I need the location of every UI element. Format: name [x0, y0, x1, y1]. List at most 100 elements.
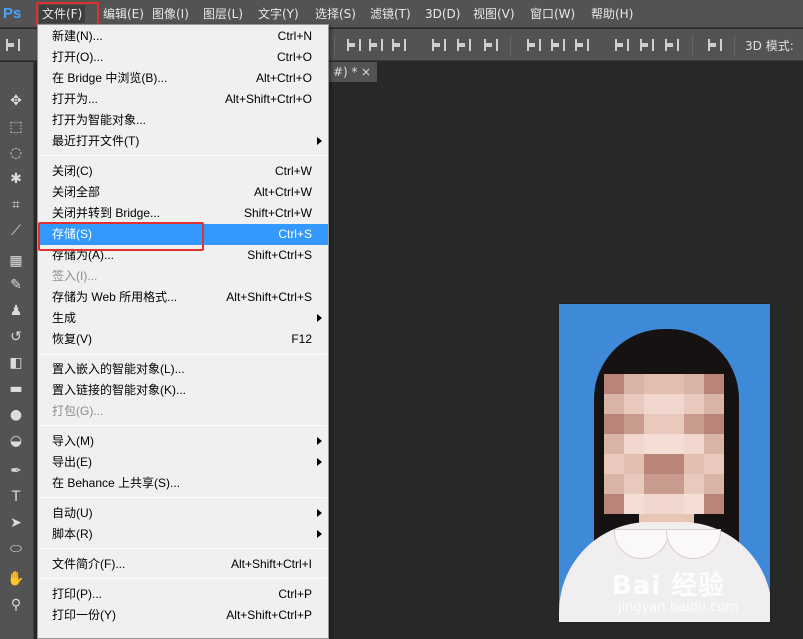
submenu-arrow-icon	[317, 137, 322, 145]
align-right-icon[interactable]	[482, 38, 498, 52]
menu-item-package: 打包(G)...	[52, 404, 104, 418]
zoom-icon[interactable]: ⚲	[6, 596, 26, 614]
distribute-bottom-icon[interactable]	[573, 38, 589, 52]
distribute-left-icon[interactable]	[613, 38, 629, 52]
mosaic-block	[604, 454, 624, 474]
lasso-icon[interactable]: ◌	[6, 144, 26, 162]
menu-item-open[interactable]: 打开(O)... Ctrl+O	[38, 47, 328, 68]
baidu-jingyan-watermark: Bai 经验	[612, 571, 726, 601]
menu-help[interactable]: 帮助(H)	[588, 5, 636, 23]
menu-window[interactable]: 窗口(W)	[527, 5, 578, 23]
distribute-hcenter-icon[interactable]	[638, 38, 654, 52]
menu-item-print[interactable]: 打印(P)... Ctrl+P	[38, 584, 328, 605]
menu-type[interactable]: 文字(Y)	[255, 5, 302, 23]
menu-item-revert[interactable]: 恢复(V) F12	[38, 329, 328, 350]
menu-item-file-info[interactable]: 文件简介(F)... Alt+Shift+Ctrl+I	[38, 554, 328, 575]
distribute-vcenter-icon[interactable]	[549, 38, 565, 52]
align-bottom-icon[interactable]	[390, 38, 406, 52]
hand-icon[interactable]: ✋	[6, 570, 26, 588]
mosaic-block	[664, 374, 684, 394]
submenu-arrow-icon	[317, 530, 322, 538]
file-dropdown-menu: 新建(N)... Ctrl+N 打开(O)... Ctrl+O 在 Bridge 中…	[37, 24, 329, 639]
distribute-right-icon[interactable]	[663, 38, 679, 52]
dodge-icon[interactable]: ◒	[6, 432, 26, 450]
menu-separator	[40, 354, 326, 355]
align-vcenter-icon[interactable]	[367, 38, 383, 52]
align-top-icon[interactable]	[345, 38, 361, 52]
mosaic-block	[704, 394, 724, 414]
menu-item-place-linked[interactable]: 置入链接的智能对象(K)...	[38, 380, 328, 401]
menu-item-browse-bridge[interactable]: 在 Bridge 中浏览(B)... Alt+Ctrl+O	[38, 68, 328, 89]
mosaic-block	[604, 474, 624, 494]
submenu-arrow-icon	[317, 437, 322, 445]
mosaic-block	[684, 414, 704, 434]
mosaic-block	[704, 494, 724, 514]
magic-wand-icon[interactable]: ✱	[6, 170, 26, 188]
crop-icon[interactable]: ⌗	[6, 196, 26, 214]
menu-item-scripts[interactable]: 脚本(R)	[38, 524, 328, 545]
menu-item-close-all[interactable]: 关闭全部 Alt+Ctrl+W	[38, 182, 328, 203]
menu-item-open-as[interactable]: 打开为... Alt+Shift+Ctrl+O	[38, 89, 328, 110]
mosaic-block	[684, 454, 704, 474]
mosaic-block	[624, 494, 644, 514]
menu-item-print-one-copy[interactable]: 打印一份(Y) Alt+Shift+Ctrl+P	[38, 605, 328, 626]
marquee-icon[interactable]: ⬚	[6, 118, 26, 136]
mosaic-block	[624, 434, 644, 454]
mosaic-block	[684, 374, 704, 394]
distribute-top-icon[interactable]	[525, 38, 541, 52]
mosaic-block	[684, 394, 704, 414]
menu-edit[interactable]: 编辑(E)	[100, 5, 147, 23]
eyedropper-icon[interactable]: ⟋	[6, 222, 26, 240]
menu-item-export[interactable]: 导出(E)	[38, 452, 328, 473]
move-icon[interactable]: ✥	[6, 92, 26, 110]
mosaic-block	[624, 374, 644, 394]
menu-image[interactable]: 图像(I)	[149, 5, 192, 23]
eraser-icon[interactable]: ◧	[6, 354, 26, 372]
menu-item-share-behance[interactable]: 在 Behance 上共享(S)...	[38, 473, 328, 494]
brush-icon[interactable]: ✎	[6, 276, 26, 294]
mosaic-block	[644, 454, 664, 474]
file-menu-highlight-box	[36, 2, 99, 26]
align-left-icon[interactable]	[430, 38, 446, 52]
menu-item-close-go-bridge[interactable]: 关闭并转到 Bridge... Shift+Ctrl+W	[38, 203, 328, 224]
menu-item-open-smart-object[interactable]: 打开为智能对象...	[38, 110, 328, 131]
menu-item-automate[interactable]: 自动(U)	[38, 503, 328, 524]
healing-brush-icon[interactable]: ▦	[6, 252, 26, 270]
menu-filter[interactable]: 滤镜(T)	[367, 5, 414, 23]
path-selection-icon[interactable]: ➤	[6, 514, 26, 532]
ellipse-icon[interactable]: ⬭	[6, 540, 26, 558]
document-tab-label: #) *	[333, 65, 358, 79]
options-separator	[692, 35, 693, 55]
mosaic-block	[704, 474, 724, 494]
pixelated-face	[604, 374, 724, 514]
align-hcenter-icon[interactable]	[455, 38, 471, 52]
history-brush-icon[interactable]: ↺	[6, 328, 26, 346]
menu-3d[interactable]: 3D(D)	[422, 5, 463, 23]
gradient-icon[interactable]: ▬	[6, 380, 26, 398]
menu-select[interactable]: 选择(S)	[312, 5, 359, 23]
menu-item-recent-files[interactable]: 最近打开文件(T)	[38, 131, 328, 152]
move-tool-preset-icon[interactable]	[4, 38, 20, 52]
mosaic-block	[644, 374, 664, 394]
pen-icon[interactable]: ✒	[6, 462, 26, 480]
mosaic-block	[624, 394, 644, 414]
mosaic-block	[704, 454, 724, 474]
mosaic-block	[664, 454, 684, 474]
menu-item-save-for-web[interactable]: 存储为 Web 所用格式... Alt+Shift+Ctrl+S	[38, 287, 328, 308]
menu-item-place-embedded[interactable]: 置入嵌入的智能对象(L)...	[38, 359, 328, 380]
menu-item-close[interactable]: 关闭(C) Ctrl+W	[38, 161, 328, 182]
menu-item-generate[interactable]: 生成	[38, 308, 328, 329]
menu-item-import[interactable]: 导入(M)	[38, 431, 328, 452]
menu-item-new[interactable]: 新建(N)... Ctrl+N	[38, 26, 328, 47]
document-tab[interactable]: #) * ×	[327, 62, 377, 82]
auto-align-icon[interactable]	[706, 38, 722, 52]
mosaic-block	[664, 494, 684, 514]
menu-view[interactable]: 视图(V)	[470, 5, 518, 23]
close-icon[interactable]: ×	[361, 62, 371, 82]
mosaic-block	[644, 494, 664, 514]
3d-mode-label: 3D 模式:	[745, 39, 794, 53]
clone-stamp-icon[interactable]: ♟	[6, 302, 26, 320]
menu-layer[interactable]: 图层(L)	[200, 5, 246, 23]
type-icon[interactable]: T	[6, 488, 26, 506]
blur-icon[interactable]: ●	[6, 406, 26, 424]
